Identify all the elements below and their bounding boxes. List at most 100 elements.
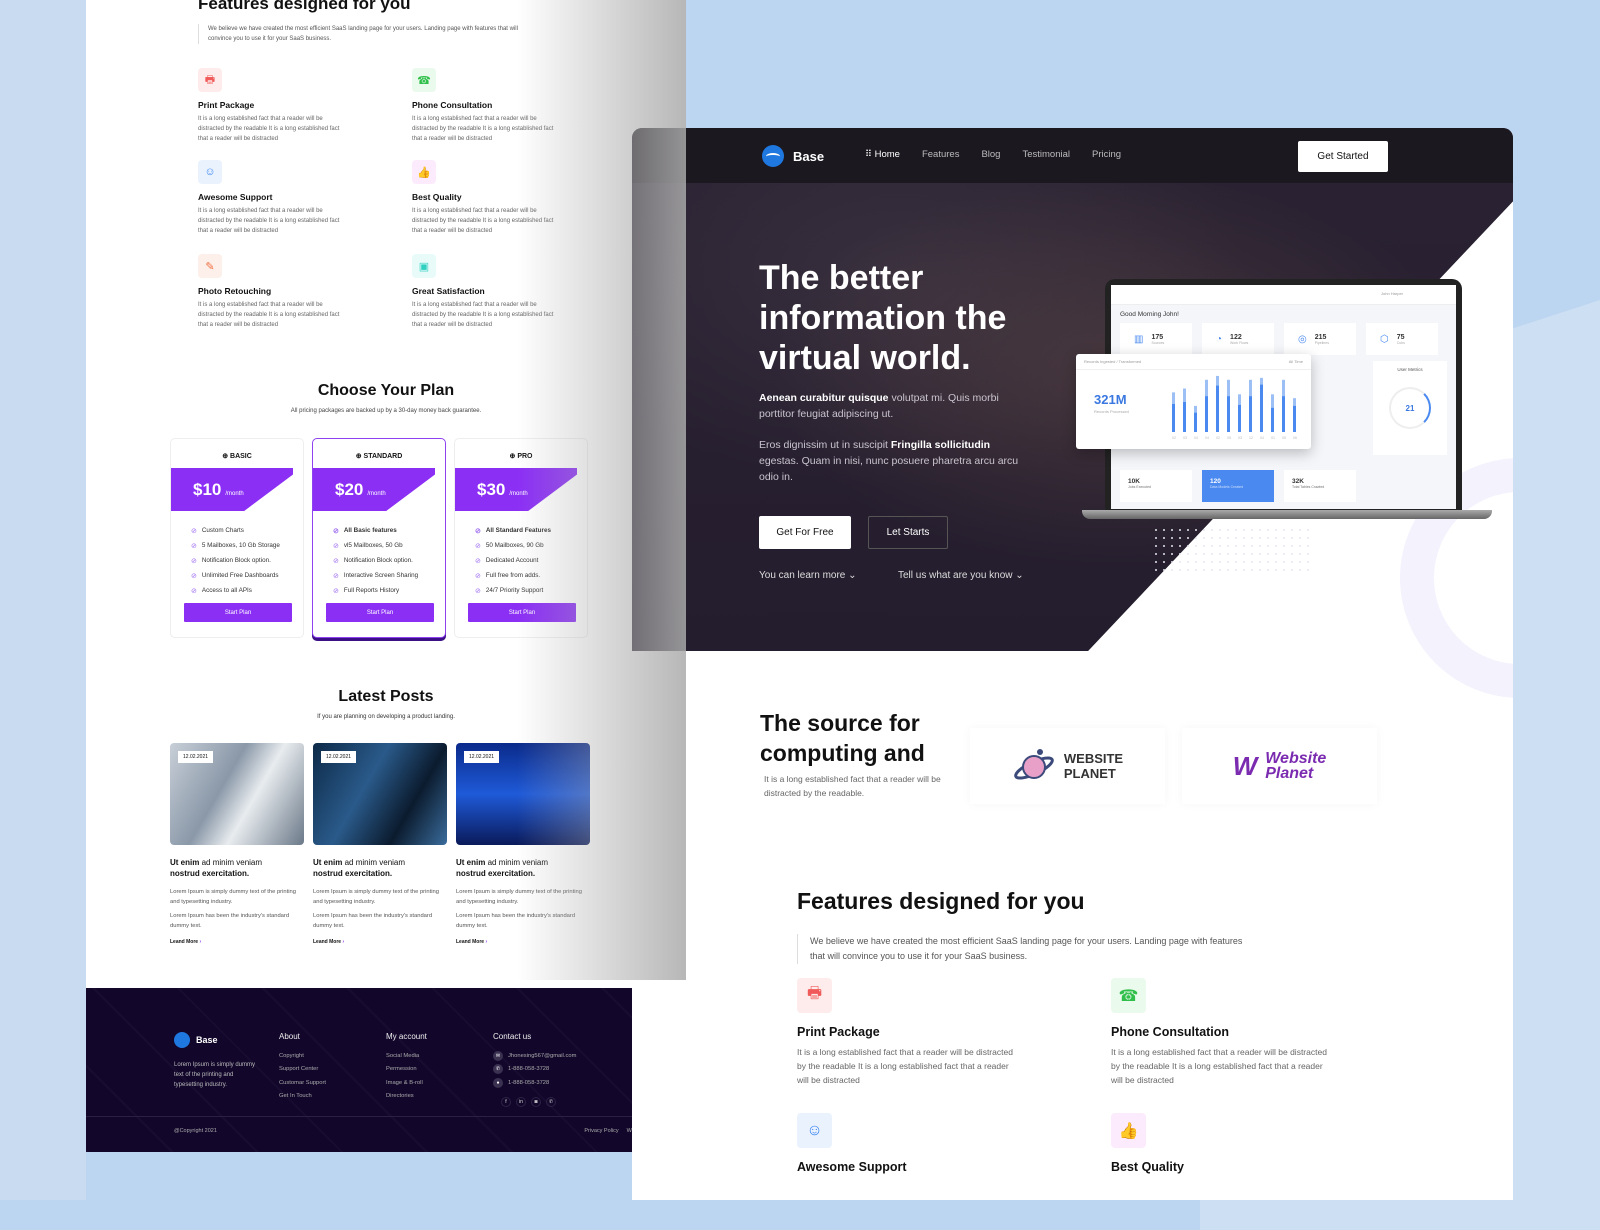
hero-title: The better information the virtual world…: [759, 259, 1007, 377]
phone-icon: ✆: [493, 1064, 503, 1075]
post-image[interactable]: 12.02.2021: [170, 743, 304, 845]
dashboard-topbar: John Harper: [1111, 285, 1456, 305]
read-more-text: Leand More: [313, 939, 342, 945]
records-value: 321M: [1094, 392, 1127, 407]
nav-home[interactable]: ⠿ Home: [865, 149, 900, 160]
purple-logo-text: Website Planet: [1265, 751, 1326, 782]
facebook-icon[interactable]: f: [501, 1097, 511, 1107]
bar-inner: [1183, 402, 1186, 432]
tell-us-dropdown[interactable]: Tell us what are you know ⌄: [898, 570, 1024, 581]
post-title[interactable]: Ut enim ad minim veniam nostrud exercitat…: [170, 857, 304, 879]
stat-label: Cubs: [1396, 340, 1405, 345]
nav-pricing[interactable]: Pricing: [1092, 149, 1121, 160]
feature-desc: It is a long established fact that a rea…: [412, 116, 554, 142]
instagram-icon[interactable]: ◙: [531, 1097, 541, 1107]
plan-features: ⊘ All Standard Features ⊘ 50 Mailboxes, 90 …: [455, 523, 587, 598]
plan-icon: ⊕: [509, 453, 516, 460]
skype-icon[interactable]: ✆: [546, 1097, 556, 1107]
bar-x-label: 06: [1293, 436, 1297, 440]
feature-item: 🖶 Print Package It is a long established…: [797, 978, 1037, 1087]
post-card[interactable]: 12.02.2021 Ut enim ad minim veniam nostru…: [456, 743, 590, 945]
check-icon: ⊘: [333, 587, 339, 595]
post-image[interactable]: 12.02.2021: [313, 743, 447, 845]
learn-more-dropdown[interactable]: You can learn more ⌄: [759, 570, 857, 581]
plan-feature: ⊘ 50 Mailboxes, 90 Gb: [475, 538, 587, 553]
post-date: 12.02.2021: [321, 751, 357, 763]
post-card[interactable]: 12.02.2021 Ut enim ad minim veniam nostru…: [170, 743, 304, 945]
plan-price-band: $30/month: [455, 468, 577, 511]
plan-name-text: STANDARD: [363, 453, 403, 460]
bar-inner: [1249, 396, 1252, 432]
plan-name-text: BASIC: [230, 453, 252, 460]
footer-link[interactable]: Social Media: [386, 1049, 427, 1063]
post-card[interactable]: 12.02.2021 Ut enim ad minim veniam nostru…: [313, 743, 447, 945]
stat-icon: ▥: [1134, 333, 1144, 345]
plan-name: ⊕ PRO: [455, 452, 587, 460]
base-logo-icon: [762, 145, 784, 167]
footer-phone[interactable]: ✆ 1-888-058-3728: [493, 1063, 576, 1077]
features-subtitle-main: We believe we have created the most effi…: [797, 934, 1247, 964]
partner-logo-website-planet[interactable]: WEBSITE PLANET: [970, 728, 1165, 804]
linkedin-icon[interactable]: in: [516, 1097, 526, 1107]
stat-icon: ◔: [1216, 333, 1223, 345]
footer-link[interactable]: Directories: [386, 1090, 427, 1104]
plan-feature: ⊘ 24/7 Priority Support: [475, 583, 587, 598]
post-title-rest: ad minim veniam: [199, 858, 263, 867]
stat-value: 122: [1230, 333, 1242, 341]
read-more-link[interactable]: Leand More ›: [313, 939, 447, 945]
footer: Base Lorem Ipsum is simply dummy text of…: [86, 988, 686, 1152]
post-title[interactable]: Ut enim ad minim veniam nostrud exercitat…: [313, 857, 447, 879]
nav-features[interactable]: Features: [922, 149, 960, 160]
records-filter[interactable]: All Time: [1289, 359, 1303, 364]
plan-price: $10: [193, 479, 222, 499]
printer-icon: 🖶: [198, 68, 222, 92]
check-icon: ⊘: [191, 527, 197, 535]
nav-home-label: Home: [874, 149, 900, 160]
footer-about-heading: About: [279, 1032, 300, 1041]
plan-price: $20: [335, 479, 364, 499]
footer-phone[interactable]: ● 1-888-058-3728: [493, 1076, 576, 1090]
plan-name: ⊕ BASIC: [171, 452, 303, 460]
footer-email[interactable]: ✉ Jhonesing567@gmail.com: [493, 1049, 576, 1063]
printer-icon: 🖶: [797, 978, 832, 1013]
post-image[interactable]: 12.02.2021: [456, 743, 590, 845]
nav-blog[interactable]: Blog: [981, 149, 1000, 160]
plan-period: /month: [225, 490, 244, 497]
nav-testimonial[interactable]: Testimonial: [1022, 149, 1070, 160]
mini-stat-label: Total Tables Crawled: [1292, 485, 1325, 489]
footer-brand[interactable]: Base: [174, 1032, 218, 1048]
feature-desc: It is a long established fact that a rea…: [412, 208, 554, 234]
bar-x-label: 04: [1205, 436, 1209, 440]
read-more-link[interactable]: Leand More ›: [456, 939, 590, 945]
start-plan-button[interactable]: Start Plan: [184, 603, 292, 622]
footer-account: My account Social Media Permession Image…: [386, 1032, 427, 1103]
get-started-button[interactable]: Get Started: [1298, 141, 1388, 172]
footer-link[interactable]: Support Center: [279, 1063, 326, 1077]
plan-feature: ⊘ Full Reports History: [333, 583, 445, 598]
footer-link[interactable]: Image & B-roll: [386, 1076, 427, 1090]
partner-logo-website-planet-purple[interactable]: W Website Planet: [1182, 728, 1377, 804]
start-plan-button[interactable]: Start Plan: [468, 603, 576, 622]
post-title-rest: ad minim veniam: [342, 858, 406, 867]
let-starts-button[interactable]: Let Starts: [868, 516, 948, 549]
plan-feature: ⊘ All Basic features: [333, 523, 445, 538]
mail-icon: ✉: [493, 1050, 503, 1061]
plan-feature-text: All Standard Features: [485, 527, 551, 534]
logo-line: WEBSITE: [1063, 751, 1124, 766]
logo-line: Planet: [1265, 765, 1314, 782]
get-for-free-button[interactable]: Get For Free: [759, 516, 851, 549]
post-title-line2: nostrud exercitation.: [456, 869, 536, 878]
footer-link[interactable]: Copyright: [279, 1049, 326, 1063]
check-icon: ⊘: [191, 572, 197, 580]
footer-link[interactable]: Customar Support: [279, 1076, 326, 1090]
footer-link[interactable]: Permession: [386, 1063, 427, 1077]
brand-logo[interactable]: Base: [762, 145, 824, 167]
read-more-text: Leand More: [170, 939, 199, 945]
privacy-policy-link[interactable]: Privacy Policy: [584, 1128, 618, 1134]
check-icon: ⊘: [333, 572, 339, 580]
footer-link[interactable]: Get In Touch: [279, 1090, 326, 1104]
start-plan-button[interactable]: Start Plan: [326, 603, 434, 622]
records-title-text: Records Ingested / Transformed: [1084, 359, 1142, 364]
read-more-link[interactable]: Leand More ›: [170, 939, 304, 945]
post-title[interactable]: Ut enim ad minim veniam nostrud exercitat…: [456, 857, 590, 879]
